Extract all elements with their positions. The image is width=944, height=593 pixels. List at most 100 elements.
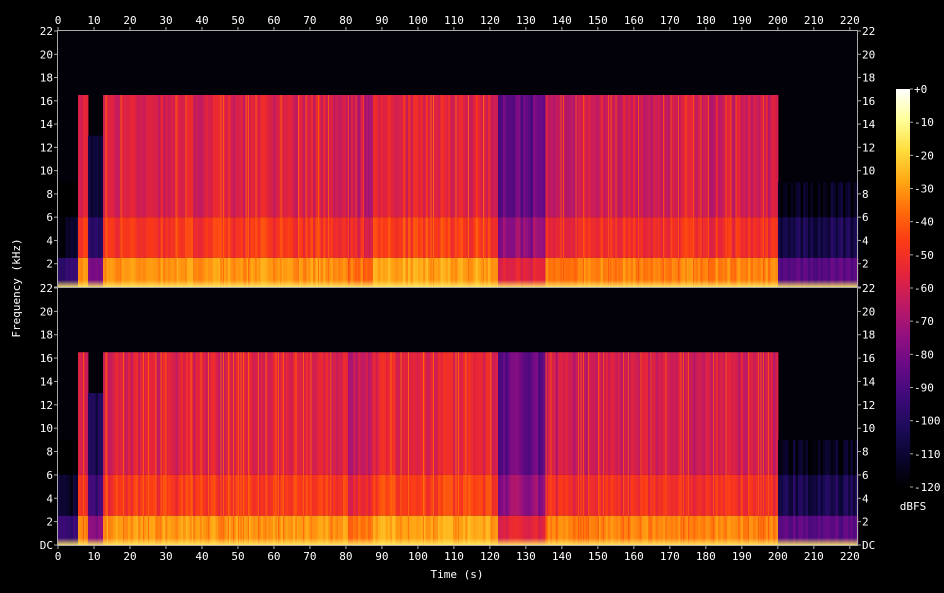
spectrogram-cell [785,439,789,475]
spectrogram-cell [498,474,501,516]
spectrogram-cell [518,95,521,218]
x-tick-label-top: 160 [624,14,644,27]
spectrogram-cell [63,217,66,258]
spectrogram-cell [803,439,806,475]
x-tick-label-top: 170 [660,14,680,27]
spectrogram-cell [340,217,344,258]
spectrogram-cell [585,474,589,516]
spectrogram-cell [765,217,769,258]
spectrogram-cell [323,217,326,258]
spectrogram-cell [230,352,234,475]
spectrogram-cell [180,95,184,218]
transient-line [455,352,457,545]
x-tick-label-bottom: 150 [588,550,608,563]
spectrogram-cell [740,352,744,475]
spectrogram-cell [190,217,194,258]
spectrogram-cell [505,352,509,475]
spectrogram-cell [555,95,559,218]
spectrogram-cell [645,352,649,475]
y-tick-label-left: 12 [40,399,53,412]
spectrogram-cell [328,474,331,516]
spectrogram-cell [600,352,604,475]
spectrogram-cell [748,95,751,218]
spectrogram-cell [73,182,76,218]
spectrogram-cell [78,352,81,475]
spectrogram-cell [530,352,534,475]
spectrogram-cell [630,95,634,218]
y-tick-label-left: 12 [40,141,53,154]
spectrogram-cell [755,217,759,258]
transient-line [148,352,149,545]
spectrogram-cell [193,217,196,258]
spectrogram-cell [188,217,191,258]
colorbar-tick-label: -100 [914,415,941,428]
spectrogram-cell [713,217,716,258]
spectrogram-cell [790,439,794,475]
spectrogram-cell [660,95,664,218]
spectrogram-cell [570,352,574,475]
spectrogram-cell [733,217,736,258]
spectrogram-cell [290,352,294,475]
spectrogram-cell [665,95,669,218]
spectrogram-cell [838,439,841,475]
spectrogram-cell [523,352,526,475]
spectrogram-cell [90,474,94,516]
spectrogram-cell [403,217,406,258]
spectrogram-cell [595,217,599,258]
spectrogram-cell [445,217,449,258]
spectrogram-cell [235,217,239,258]
spectrogram-cell [340,352,344,475]
spectrogram-cell [495,352,499,475]
spectrogram-cell [845,474,849,516]
spectrogram-cell [245,474,249,516]
spectrogram-cell [170,217,174,258]
spectrogram-cell [300,352,304,475]
spectrogram-cell [188,474,191,516]
y-tick-label-left: 6 [46,469,53,482]
spectrogram-cell [620,352,624,475]
spectrogram-cell [428,352,431,475]
colorbar-tick-label: -40 [914,216,934,229]
spectrogram-cell [540,352,544,475]
spectrogram-cell [663,352,666,475]
spectrogram-cell [378,95,381,218]
spectrogram-cell [480,474,484,516]
spectrogram-cell [715,474,719,516]
spectrogram-cell [730,352,734,475]
x-tick-label-bottom: 200 [768,550,788,563]
spectrogram-cell [765,95,769,218]
x-tick-label-top: 10 [87,14,100,27]
spectrogram-cell [618,95,621,218]
spectrogram-cell [258,95,261,218]
spectrogram-cell [665,217,669,258]
spectrogram-cell [158,217,161,258]
y-tick-label-right: 16 [862,95,875,108]
spectrogram-cell [693,352,696,475]
spectrogram-cell [385,217,389,258]
spectrogram-cell [300,217,304,258]
spectrogram-cell [58,217,61,258]
spectrogram-cell [268,474,271,516]
transient-line [628,352,629,545]
spectrogram-cell [333,352,336,475]
spectrogram-cell [645,217,649,258]
spectrogram-cell [413,217,416,258]
spectrogram-cell [668,352,671,475]
spectrogram-cell [203,352,206,475]
spectrogram-cell [260,352,264,475]
spectrogram-cell [683,95,686,218]
x-tick-label-bottom: 60 [267,550,280,563]
spectrogram-cell [163,352,166,475]
spectrogram-cell [853,474,856,516]
spectrogram-cell [750,217,754,258]
spectrogram-cell [78,217,81,258]
spectrogram-cell [508,95,511,218]
spectrogram-cell [173,474,176,516]
spectrogram-cell [213,474,216,516]
spectrogram-cell [333,474,336,516]
transient-line [583,352,584,545]
spectrogram-cell [810,217,814,258]
spectrogram-cell [715,352,719,475]
spectrogram-cell [815,182,819,218]
spectrogram-cell [253,95,256,218]
